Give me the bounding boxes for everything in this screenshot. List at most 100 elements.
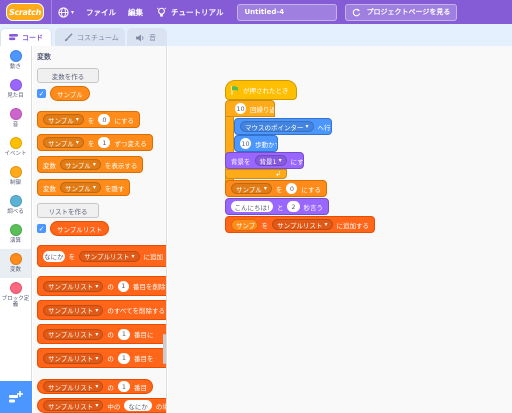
when-flag-clicked-block[interactable]: が押されたとき [225, 80, 297, 100]
category-looks[interactable]: 見た目 [0, 75, 31, 104]
globe-icon [58, 6, 69, 18]
move-steps-block[interactable]: 10 歩動かす [234, 135, 278, 152]
category-color-icon [9, 137, 22, 149]
add-to-list-block[interactable]: サンプル を サンプルリスト に追加する [225, 216, 375, 233]
speaker-icon [136, 33, 144, 42]
switch-backdrop-block[interactable]: 背景を 背景1 にする [225, 152, 304, 169]
tutorials-menu[interactable]: チュートリアル [157, 7, 223, 18]
category-variables[interactable]: 変数 [0, 249, 31, 278]
tab-costumes-label: コスチューム [77, 33, 119, 42]
set-variable-block[interactable]: サンプル を 0 にする [37, 111, 141, 128]
category-motion[interactable]: 動き [0, 46, 31, 75]
file-menu[interactable]: ファイル [86, 7, 116, 18]
make-variable-button[interactable]: 変数を作る [37, 68, 99, 83]
list-dropdown[interactable]: サンプルリスト [43, 304, 104, 316]
palette-scrollbar[interactable] [163, 334, 166, 364]
category-color-icon [9, 224, 22, 236]
steps-input[interactable]: 10 [240, 138, 251, 149]
change-variable-block[interactable]: サンプル を 1 ずつ変える [37, 134, 153, 151]
block-text: のすべてを削除する [107, 307, 165, 315]
project-title-input[interactable]: Untitled-4 [237, 3, 338, 21]
scratch-logo[interactable]: Scratch [6, 3, 44, 21]
block-text: を [68, 253, 76, 261]
list-checkbox[interactable]: ✓ [37, 224, 46, 233]
show-variable-block[interactable]: 変数 サンプル を表示する [37, 156, 144, 173]
list-reporter-block[interactable]: サンプルリスト [50, 221, 110, 236]
block-text: 番目を削除 [132, 283, 166, 291]
delete-all-block[interactable]: サンプルリスト のすべてを削除する [37, 300, 166, 320]
tab-costumes[interactable]: コスチューム [55, 28, 125, 46]
tutorials-label: チュートリアル [171, 7, 224, 17]
variable-dropdown[interactable]: サンプル [60, 182, 101, 193]
block-text: へ行く [317, 123, 331, 132]
variable-reporter[interactable]: サンプル [231, 218, 258, 231]
lightbulb-icon [157, 7, 167, 17]
set-variable-block[interactable]: サンプル を 0 にする [225, 180, 327, 197]
go-to-target-dropdown[interactable]: マウスのポインター [240, 121, 314, 132]
tab-code[interactable]: コード [0, 28, 52, 46]
variable-dropdown[interactable]: サンプル [43, 114, 84, 125]
list-dropdown[interactable]: サンプルリスト [43, 381, 104, 392]
block-text: 番目 [133, 383, 147, 392]
go-to-block[interactable]: マウスのポインター へ行く [234, 118, 332, 135]
repeat-block[interactable]: 10 回繰り返す [225, 100, 275, 117]
hide-variable-block[interactable]: 変数 サンプル を隠す [37, 179, 131, 196]
list-dropdown[interactable]: サンプルリスト [43, 352, 104, 364]
index-input[interactable]: 1 [117, 352, 130, 364]
variable-dropdown[interactable]: サンプル [231, 183, 272, 194]
index-input[interactable]: 1 [117, 381, 130, 392]
see-project-page-label: プロジェクトページを見る [366, 8, 451, 16]
block-text: に追加する [336, 221, 370, 230]
list-dropdown[interactable]: サンプルリスト [79, 250, 140, 262]
block-text: が押されたとき [243, 87, 289, 95]
language-menu[interactable]: ▾ [58, 6, 74, 18]
category-color-icon [9, 166, 22, 178]
item-input[interactable]: なにか [124, 400, 152, 411]
insert-item-block[interactable]: サンプルリスト の 1 番目に [37, 324, 166, 344]
value-input[interactable]: 1 [98, 137, 111, 148]
category-label: 見た目 [7, 93, 24, 99]
list-dropdown[interactable]: サンプルリスト [43, 328, 104, 340]
list-dropdown[interactable]: サンプルリスト [43, 280, 104, 292]
add-to-list-block[interactable]: なにか を サンプルリスト に追加 [37, 245, 166, 267]
make-list-button[interactable]: リストを作る [37, 203, 99, 218]
repeat-count-input[interactable]: 10 [235, 103, 246, 114]
item-of-list-reporter[interactable]: サンプルリスト の 1 番目 [37, 379, 153, 394]
category-label: 制御 [9, 180, 21, 186]
replace-item-block[interactable]: サンプルリスト の 1 番目を [37, 348, 166, 368]
delete-item-block[interactable]: サンプルリスト の 1 番目を削除 [37, 276, 166, 296]
item-number-reporter[interactable]: サンプルリスト 中の なにか の場所 [37, 398, 166, 413]
variable-checkbox[interactable]: ✓ [37, 89, 46, 98]
variable-dropdown[interactable]: サンプル [43, 137, 84, 148]
add-extension-button[interactable] [0, 381, 32, 413]
category-operators[interactable]: 演算 [0, 220, 31, 249]
value-input[interactable]: 0 [286, 183, 298, 194]
block-text: 番目を [133, 355, 154, 363]
seconds-input[interactable]: 2 [287, 201, 300, 212]
category-sound[interactable]: 音 [0, 104, 31, 133]
add-extension-icon [9, 391, 23, 403]
say-for-secs-block[interactable]: こんにちは! と 2 秒言う [225, 198, 329, 215]
code-area[interactable]: が押されたとき 10 回繰り返す マウスのポインター へ行く 10 歩動かす 背… [168, 46, 512, 413]
category-label: ブロック定義 [1, 296, 30, 308]
block-text: を [261, 221, 269, 230]
block-text: 歩動かす [255, 140, 277, 149]
backdrop-dropdown[interactable]: 背景1 [254, 155, 287, 166]
block-text: の場所 [155, 402, 166, 411]
see-project-page-button[interactable]: プロジェクトページを見る [345, 3, 458, 21]
category-sensing[interactable]: 調べる [0, 191, 31, 220]
item-input[interactable]: なにか [43, 250, 65, 262]
message-input[interactable]: こんにちは! [231, 201, 273, 212]
list-dropdown[interactable]: サンプルリスト [43, 400, 104, 411]
category-my-blocks[interactable]: ブロック定義 [0, 278, 31, 312]
index-input[interactable]: 1 [117, 328, 130, 340]
list-dropdown[interactable]: サンプルリスト [272, 219, 333, 230]
value-input[interactable]: 0 [98, 114, 111, 125]
tab-sounds[interactable]: 音 [127, 28, 167, 46]
index-input[interactable]: 1 [117, 280, 129, 292]
category-events[interactable]: イベント [0, 133, 31, 162]
variable-dropdown[interactable]: サンプル [60, 159, 101, 170]
variable-reporter-block[interactable]: サンプル [50, 86, 90, 101]
category-control[interactable]: 制御 [0, 162, 31, 191]
edit-menu[interactable]: 編集 [128, 7, 143, 18]
